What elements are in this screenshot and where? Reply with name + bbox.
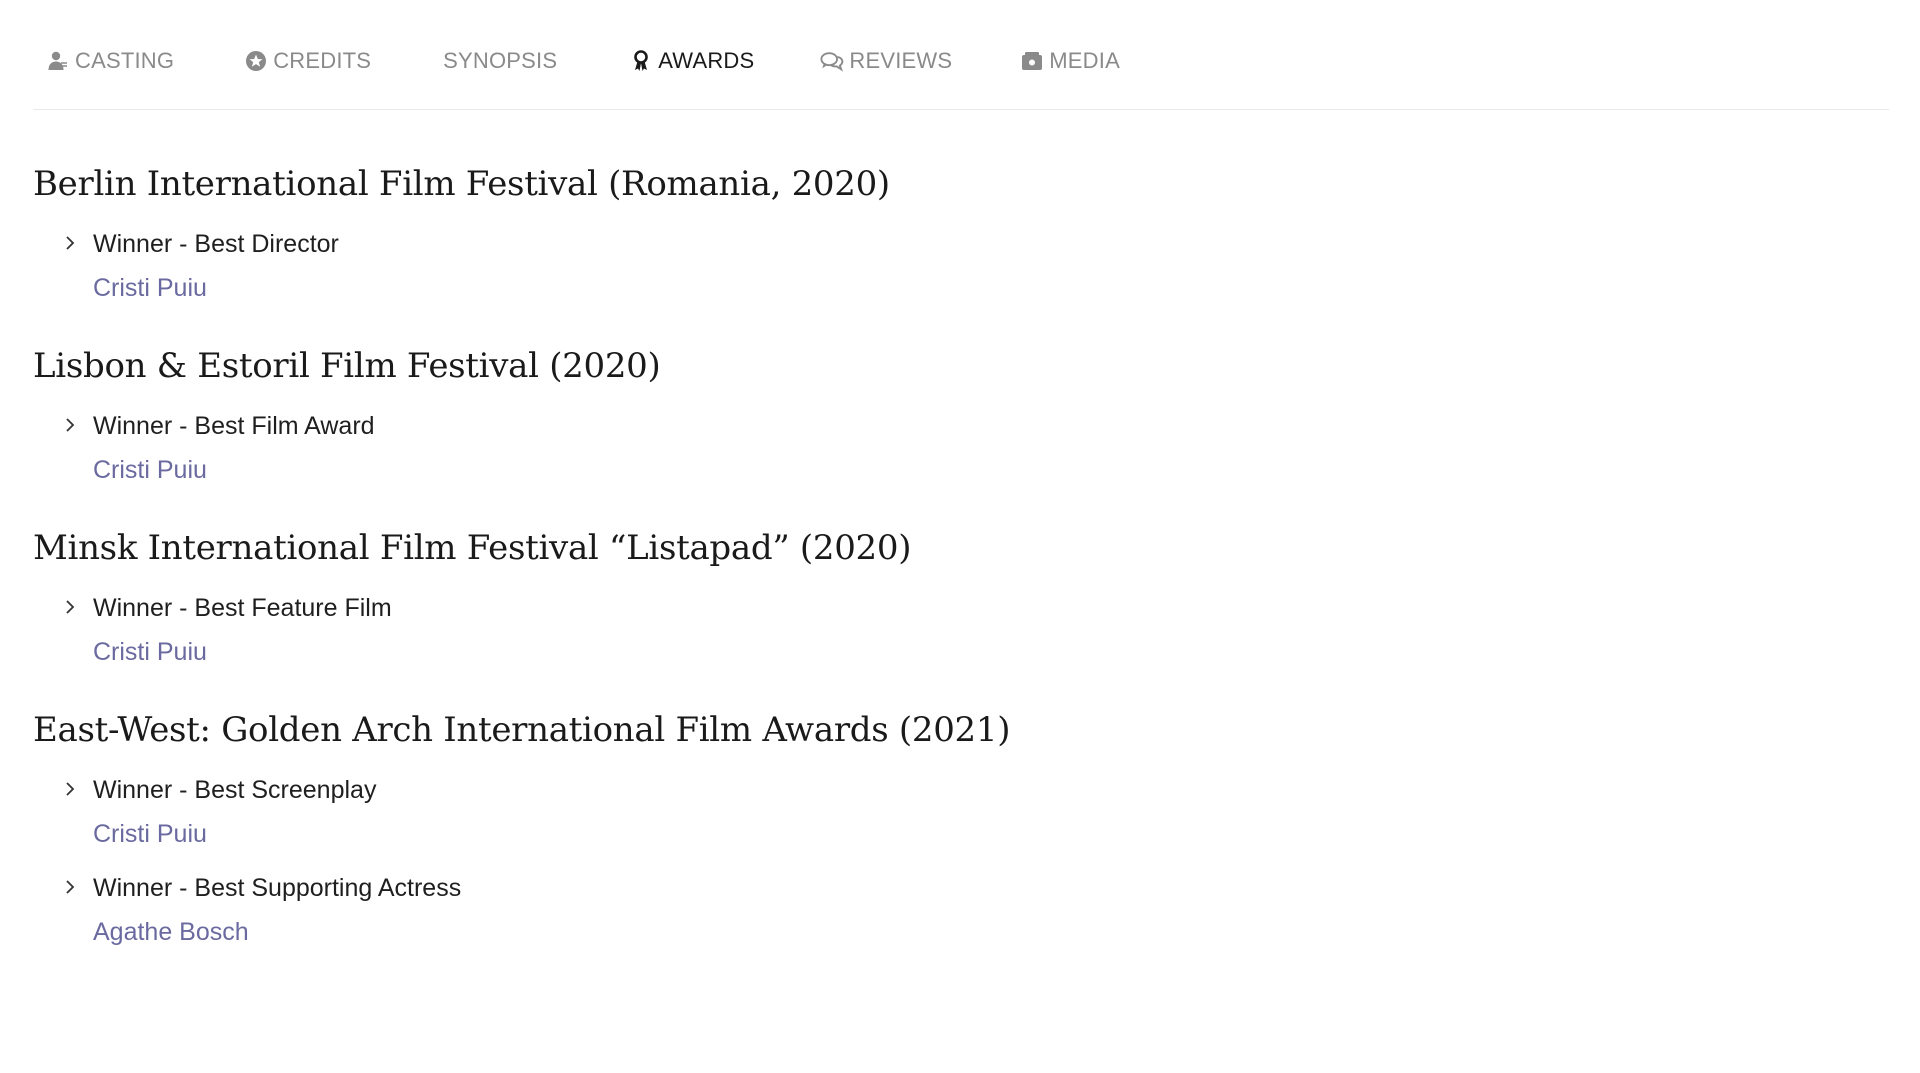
awards-list: Berlin International Film Festival (Roma… (33, 160, 1833, 986)
chevron-right-icon (66, 236, 75, 250)
tab-media[interactable]: MEDIA (1020, 41, 1120, 81)
festival-title: East-West: Golden Arch International Fil… (33, 710, 1011, 750)
person-link[interactable]: Cristi Puiu (93, 270, 207, 306)
award-title: Winner - Best Screenplay (93, 776, 377, 804)
festival-section: East-West: Golden Arch International Fil… (33, 706, 1833, 950)
festival-title: Minsk International Film Festival “Lista… (33, 528, 912, 568)
chevron-right-icon (66, 600, 75, 614)
tab-bar: CASTING CREDITS SYNOPSIS AWARDS REVIEWS … (33, 0, 1889, 110)
page: CASTING CREDITS SYNOPSIS AWARDS REVIEWS … (0, 0, 1920, 1073)
tab-label: CREDITS (273, 47, 372, 73)
ribbon-icon (629, 49, 653, 73)
award-item[interactable]: Winner - Best Screenplay Cristi Puiu (33, 772, 1833, 852)
festival-section: Minsk International Film Festival “Lista… (33, 524, 1833, 670)
tab-synopsis[interactable]: SYNOPSIS (443, 41, 557, 81)
award-item[interactable]: Winner - Best Supporting Actress Agathe … (33, 870, 1833, 950)
award-item[interactable]: Winner - Best Film Award Cristi Puiu (33, 408, 1833, 488)
award-title: Winner - Best Feature Film (93, 594, 392, 622)
tab-credits[interactable]: CREDITS (244, 41, 371, 81)
festival-title: Berlin International Film Festival (Roma… (33, 164, 890, 204)
person-icon (46, 49, 70, 73)
chevron-right-icon (66, 880, 75, 894)
person-link[interactable]: Cristi Puiu (93, 452, 207, 488)
person-link[interactable]: Agathe Bosch (93, 914, 249, 950)
tab-reviews[interactable]: REVIEWS (820, 41, 952, 81)
person-link[interactable]: Cristi Puiu (93, 634, 207, 670)
chat-icon (820, 49, 844, 73)
tab-label: AWARDS (658, 47, 755, 73)
tab-label: MEDIA (1049, 47, 1120, 73)
chevron-right-icon (66, 418, 75, 432)
person-link[interactable]: Cristi Puiu (93, 816, 207, 852)
award-title: Winner - Best Director (93, 230, 339, 258)
award-item[interactable]: Winner - Best Feature Film Cristi Puiu (33, 590, 1833, 670)
star-icon (244, 49, 268, 73)
tab-awards[interactable]: AWARDS (629, 41, 754, 81)
tab-casting[interactable]: CASTING (46, 41, 174, 81)
festival-section: Lisbon & Estoril Film Festival (2020) Wi… (33, 342, 1833, 488)
tab-label: SYNOPSIS (443, 47, 558, 73)
festival-section: Berlin International Film Festival (Roma… (33, 160, 1833, 306)
camera-icon (1020, 49, 1044, 73)
tab-label: CASTING (75, 47, 175, 73)
award-title: Winner - Best Supporting Actress (93, 874, 462, 902)
tab-label: REVIEWS (849, 47, 953, 73)
award-item[interactable]: Winner - Best Director Cristi Puiu (33, 226, 1833, 306)
award-title: Winner - Best Film Award (93, 412, 375, 440)
chevron-right-icon (66, 782, 75, 796)
festival-title: Lisbon & Estoril Film Festival (2020) (33, 346, 661, 386)
